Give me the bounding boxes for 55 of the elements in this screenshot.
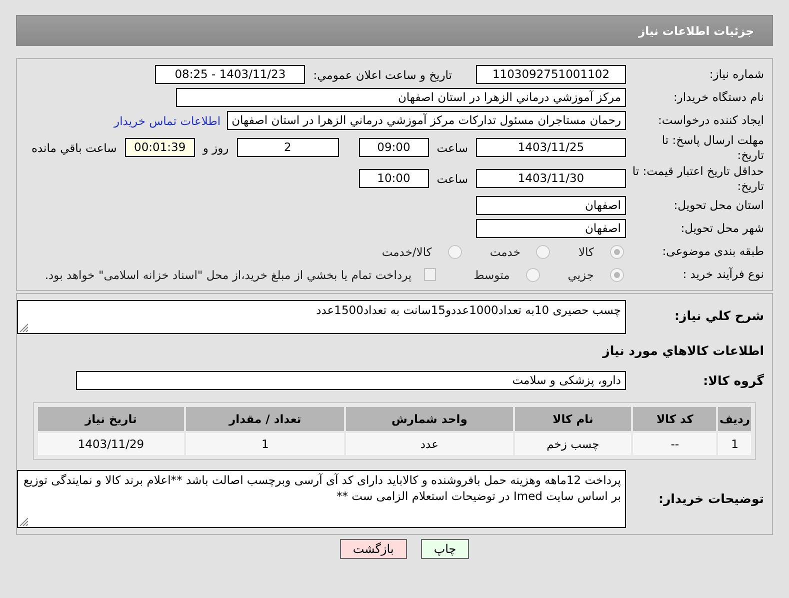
column-header: نام كالا bbox=[514, 407, 632, 431]
table-cell: 1403/11/29 bbox=[38, 433, 184, 455]
need-number-field[interactable]: 1103092751001102 bbox=[476, 65, 626, 84]
time-label: ساعت bbox=[436, 140, 468, 154]
time-field[interactable]: 09:00 bbox=[358, 138, 429, 157]
radio-label: متوسط bbox=[474, 268, 510, 282]
field-label: حداقل تاريخ اعتبار قيمت: تا تاریخ: bbox=[631, 164, 765, 193]
field-label: شرح كلي نياز: bbox=[674, 307, 765, 324]
radio-label: كالا bbox=[578, 244, 594, 258]
field-label: شماره نیاز: bbox=[708, 67, 765, 82]
field-label: شهر محل تحویل: bbox=[680, 221, 765, 236]
goods-group-field[interactable]: دارو، پزشکی و سلامت bbox=[76, 371, 626, 390]
table-cell: چسب زخم bbox=[514, 433, 632, 455]
table-cell: 1 bbox=[186, 433, 344, 455]
field-label: استان محل تحویل: bbox=[672, 198, 765, 213]
date-field[interactable]: 1403/11/30 bbox=[476, 169, 626, 188]
page-title: جزئیات اطلاعات نیاز bbox=[638, 24, 754, 38]
table-cell: -- bbox=[633, 433, 716, 455]
column-header: رديف bbox=[718, 407, 751, 431]
buyer-field[interactable]: مرکز آموزشي درماني الزهرا در استان اصفهان bbox=[176, 88, 626, 107]
remaining-label: ساعت باقي مانده bbox=[32, 140, 117, 154]
checkbox-label: پرداخت تمام يا بخشي از مبلغ خريد،از محل "اسناد خزانه اسلامی" خواهد بود. bbox=[44, 268, 412, 282]
field-label: ايجاد كننده درخواست: bbox=[657, 113, 765, 128]
field-label: نام دستگاه خريدار: bbox=[672, 90, 765, 105]
field-label: توضیحات خریدار: bbox=[657, 491, 765, 507]
date-field[interactable]: 1403/11/25 bbox=[476, 138, 626, 157]
radio-label: كالا/خدمت bbox=[382, 244, 432, 258]
column-header: تاريخ نياز bbox=[38, 407, 184, 431]
requester-field[interactable]: رحمان مستاجران مسئول تداركات مركز آموزشي درماني الزهرا در استان اصفهان bbox=[226, 111, 626, 130]
column-header: تعداد / مقدار bbox=[186, 407, 344, 431]
section-heading: اطلاعات كالاهاي مورد نياز bbox=[601, 342, 765, 360]
radio-label: جزيي bbox=[568, 268, 594, 282]
remaining-time-field: 00:01:39 bbox=[124, 138, 195, 157]
days-field[interactable]: 2 bbox=[236, 138, 339, 157]
buyer-notes-field[interactable]: پرداخت 12ماهه وهزینه حمل بافروشنده و کالاباید دارای کد آی آرسی وبرچسب اصالت باشد **اعلام برند کالا و نمایندگی توزیع بر اساس سایت Imed در توضیحات استعلام الزامی ست ** bbox=[17, 470, 626, 528]
radio-label: خدمت bbox=[490, 244, 520, 258]
table-cell: 1 bbox=[718, 433, 751, 455]
table-cell: عدد bbox=[346, 433, 513, 455]
field-label: گروه كالا: bbox=[702, 372, 765, 388]
field-label: طبقه بندی موضوعی: bbox=[661, 244, 765, 259]
days-label: روز و bbox=[202, 140, 229, 154]
time-field[interactable]: 10:00 bbox=[358, 169, 429, 188]
column-header: واحد شمارش bbox=[346, 407, 513, 431]
field-label: نوع فرآیند خرید : bbox=[682, 267, 765, 282]
city-field[interactable]: اصفهان bbox=[476, 219, 626, 238]
buyer-contact-link[interactable]: اطلاعات تماس خريدار bbox=[114, 114, 221, 128]
time-label: ساعت bbox=[436, 172, 468, 186]
announce-date-field[interactable]: 1403/11/23 - 08:25 bbox=[155, 65, 306, 84]
province-field[interactable]: اصفهان bbox=[476, 196, 626, 215]
field-label: تاريخ و ساعت اعلان عمومي: bbox=[313, 68, 452, 82]
field-label: مهلت ارسال پاسخ: تا تاریخ: bbox=[660, 133, 765, 162]
column-header: كد كالا bbox=[633, 407, 716, 431]
print-button[interactable]: چاپ bbox=[420, 539, 470, 559]
back-button[interactable]: بازگشت bbox=[340, 539, 407, 559]
description-field[interactable]: چسب حصیری 10به تعداد1000عددو15سانت به تعداد1500عدد bbox=[17, 300, 626, 334]
